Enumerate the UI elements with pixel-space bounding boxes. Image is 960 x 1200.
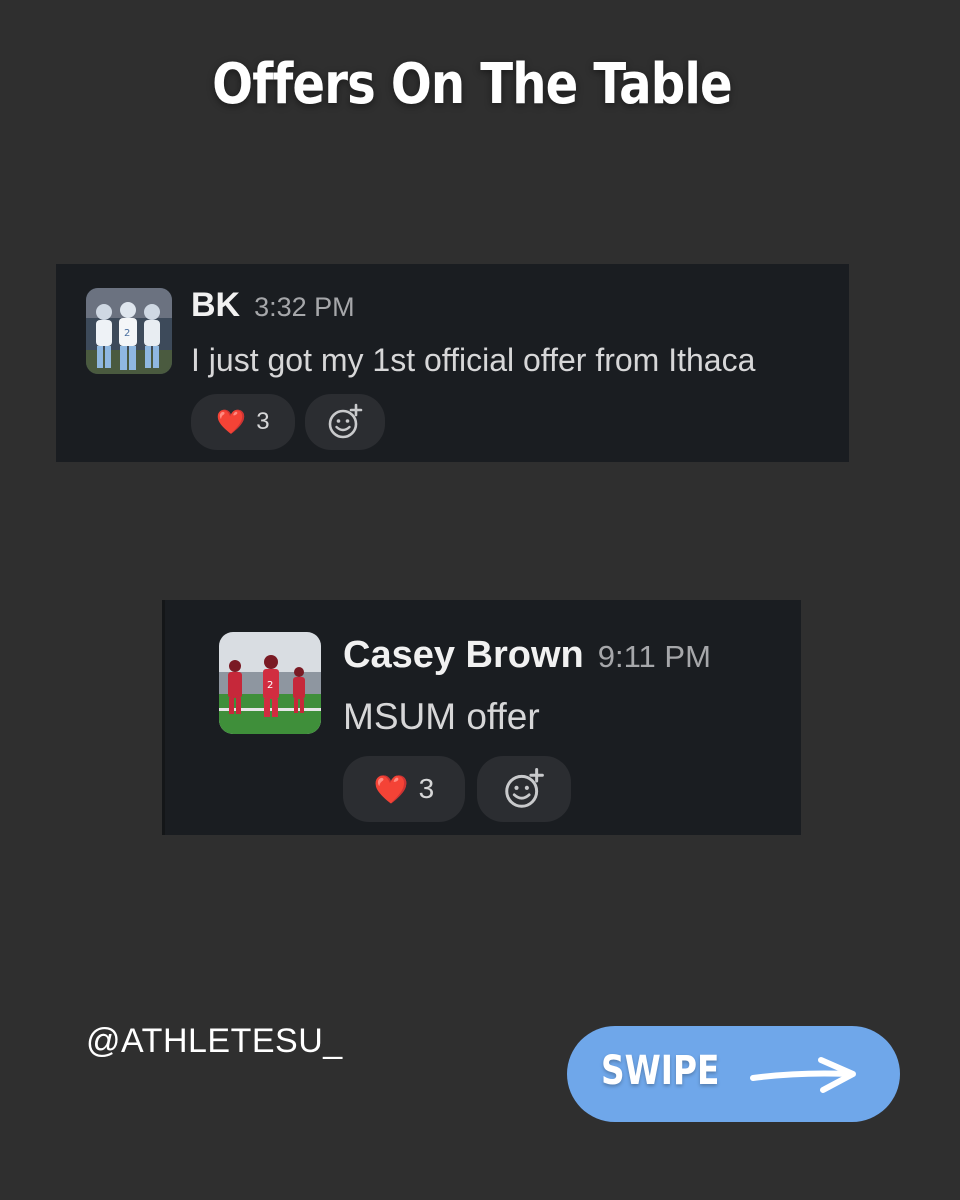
timestamp[interactable]: 3:32 PM (254, 292, 355, 322)
heart-reaction[interactable]: ❤️ 3 (343, 756, 465, 822)
message-text: MSUM offer (343, 696, 540, 737)
svg-text:2: 2 (124, 328, 130, 339)
add-reaction-icon (505, 767, 544, 808)
add-reaction-icon (328, 403, 363, 439)
swipe-button[interactable]: SWIPE (567, 1026, 900, 1122)
account-handle: @ATHLETESU_ (86, 1022, 343, 1060)
message-card-casey-brown: 2 Casey Brown 9:11 PM MSUM offer ❤️ 3 (162, 600, 801, 835)
author-name[interactable]: BK (191, 286, 240, 324)
message-card-bk: 2 BK 3:32 PM I just got my 1st official o… (56, 264, 849, 462)
author-name[interactable]: Casey Brown (343, 634, 584, 676)
reaction-count: 3 (418, 773, 435, 804)
heart-icon: ❤️ (216, 408, 247, 436)
add-reaction-button[interactable] (305, 394, 385, 450)
message-header: Casey Brown 9:11 PM (343, 634, 711, 677)
swipe-label: SWIPE (601, 1048, 720, 1094)
message-header: BK 3:32 PM (191, 286, 355, 325)
message-text: I just got my 1st official offer from It… (191, 342, 756, 378)
svg-text:2: 2 (267, 680, 273, 691)
heart-icon: ❤️ (373, 773, 409, 805)
avatar[interactable]: 2 (219, 632, 321, 734)
arrow-right-icon (750, 1057, 856, 1093)
heart-reaction[interactable]: ❤️ 3 (191, 394, 295, 450)
add-reaction-button[interactable] (477, 756, 571, 822)
football-field-photo-avatar: 2 (219, 632, 321, 734)
timestamp[interactable]: 9:11 PM (598, 639, 711, 674)
reaction-count: 3 (256, 408, 270, 435)
page-title: Offers On The Table (212, 52, 733, 117)
avatar[interactable]: 2 (86, 288, 172, 374)
football-team-photo-avatar: 2 (86, 288, 172, 374)
